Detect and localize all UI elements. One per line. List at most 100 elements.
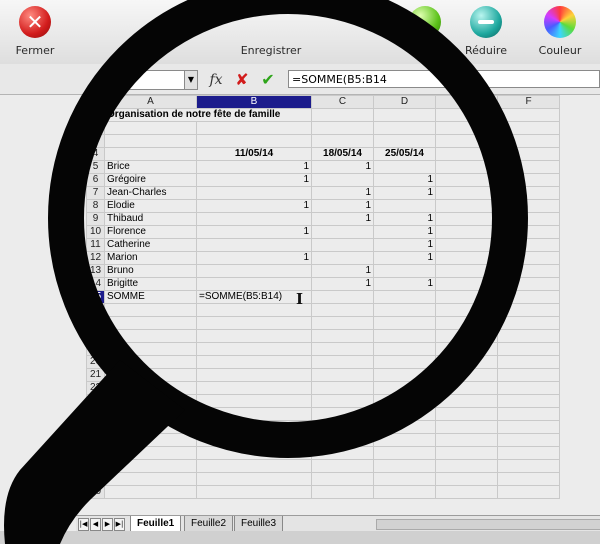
cell[interactable] (497, 303, 560, 317)
cell-b[interactable] (196, 212, 312, 226)
cell[interactable] (497, 459, 560, 473)
cell[interactable] (196, 433, 312, 447)
cell[interactable] (497, 290, 560, 304)
cell[interactable] (311, 108, 374, 122)
cell-d[interactable]: 1 (373, 173, 436, 187)
cell[interactable] (196, 368, 312, 382)
cell-a[interactable]: Bruno (104, 264, 197, 278)
cell[interactable] (497, 264, 560, 278)
cell[interactable] (196, 446, 312, 460)
cell-b[interactable]: 1 (196, 225, 312, 239)
cell[interactable] (435, 303, 498, 317)
cell-c[interactable] (311, 251, 374, 265)
cell[interactable] (435, 264, 498, 278)
cell[interactable] (497, 238, 560, 252)
cell[interactable] (196, 303, 312, 317)
title-cell[interactable]: Organisation de notre fête de famille (104, 108, 312, 122)
cell-b[interactable] (196, 277, 312, 291)
row-header[interactable]: 1 (86, 108, 105, 122)
cell[interactable] (311, 303, 374, 317)
cell[interactable] (373, 121, 436, 135)
cell-a[interactable]: Elodie (104, 199, 197, 213)
cell-a[interactable]: Catherine (104, 238, 197, 252)
cell[interactable] (435, 225, 498, 239)
cell[interactable] (497, 277, 560, 291)
accept-icon[interactable]: ✔ (258, 70, 278, 90)
row-header[interactable]: 22 (86, 381, 105, 395)
cell[interactable] (104, 485, 197, 499)
cell[interactable] (435, 485, 498, 499)
cell[interactable] (497, 108, 560, 122)
tab-feuille1[interactable]: Feuille1 (130, 516, 182, 532)
cell[interactable] (104, 433, 197, 447)
cell[interactable] (435, 212, 498, 226)
row-header[interactable]: 6 (86, 173, 105, 187)
cell-c[interactable]: 1 (311, 212, 374, 226)
cell-b[interactable]: 1 (196, 173, 312, 187)
row-header[interactable]: 14 (86, 277, 105, 291)
cell[interactable] (373, 329, 436, 343)
cell[interactable] (311, 459, 374, 473)
row-header[interactable]: 12 (86, 251, 105, 265)
cell[interactable] (435, 355, 498, 369)
row-header[interactable]: 11 (86, 238, 105, 252)
row-header[interactable]: 16 (86, 303, 105, 317)
cell[interactable] (497, 407, 560, 421)
cell-a[interactable]: Florence (104, 225, 197, 239)
cell[interactable] (311, 446, 374, 460)
cell[interactable] (497, 329, 560, 343)
cell[interactable] (311, 355, 374, 369)
cell[interactable] (311, 134, 374, 148)
cell[interactable] (497, 186, 560, 200)
cell[interactable] (497, 147, 560, 161)
cell[interactable] (104, 329, 197, 343)
cell[interactable] (104, 381, 197, 395)
row-header[interactable]: 27 (86, 446, 105, 460)
first-sheet-icon[interactable]: |◀ (78, 518, 89, 531)
cell-c[interactable]: 1 (311, 160, 374, 174)
cell[interactable] (311, 381, 374, 395)
cell[interactable] (435, 472, 498, 486)
row-header[interactable]: 2 (86, 121, 105, 135)
cell[interactable] (497, 446, 560, 460)
cell[interactable] (373, 316, 436, 330)
cell[interactable] (435, 381, 498, 395)
cell[interactable] (497, 251, 560, 265)
cell-b[interactable] (196, 186, 312, 200)
row-header[interactable]: 10 (86, 225, 105, 239)
cell-a[interactable]: SOMME (104, 290, 197, 304)
column-header-f[interactable]: F (497, 95, 560, 109)
cell[interactable] (104, 121, 197, 135)
cell[interactable] (196, 342, 312, 356)
cell[interactable] (435, 173, 498, 187)
cell-c[interactable] (311, 173, 374, 187)
cell[interactable] (104, 147, 197, 161)
column-header-d[interactable]: D (373, 95, 436, 109)
cell[interactable] (104, 316, 197, 330)
cell-c[interactable]: 1 (311, 186, 374, 200)
cell[interactable] (497, 368, 560, 382)
cell[interactable] (311, 342, 374, 356)
cell[interactable] (435, 433, 498, 447)
cell[interactable] (373, 433, 436, 447)
cell[interactable] (497, 420, 560, 434)
cell[interactable] (497, 173, 560, 187)
name-box[interactable]: ▼ (106, 70, 198, 90)
row-header[interactable]: 24 (86, 407, 105, 421)
cell[interactable] (373, 394, 436, 408)
cell[interactable] (497, 342, 560, 356)
cell[interactable] (435, 277, 498, 291)
cell[interactable] (373, 381, 436, 395)
cell-d[interactable]: 1 (373, 238, 436, 252)
cell[interactable] (435, 394, 498, 408)
cell[interactable] (373, 420, 436, 434)
cell-c[interactable] (311, 238, 374, 252)
green-toolbar-button[interactable] (390, 4, 460, 60)
row-header[interactable]: 13 (86, 264, 105, 278)
cell-d[interactable]: 1 (373, 186, 436, 200)
cell[interactable] (435, 186, 498, 200)
cell[interactable] (373, 485, 436, 499)
cell[interactable] (196, 459, 312, 473)
cell[interactable] (104, 472, 197, 486)
cell-d[interactable]: 1 (373, 212, 436, 226)
